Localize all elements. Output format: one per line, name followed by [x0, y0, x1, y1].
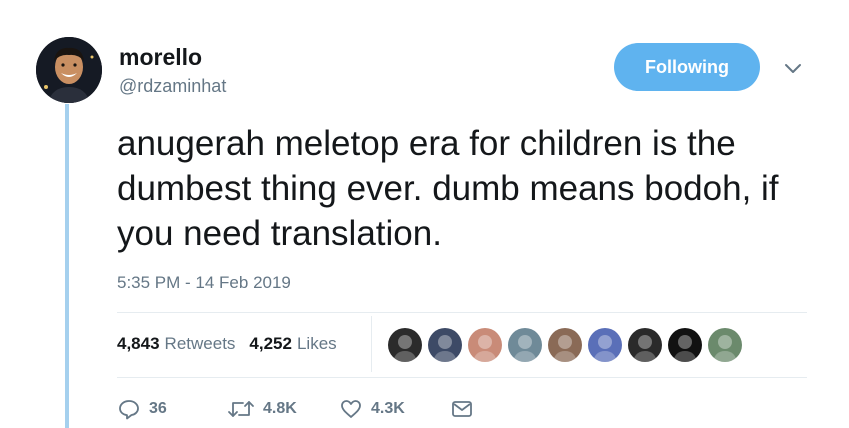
avatar[interactable]	[36, 37, 102, 103]
chevron-down-icon[interactable]	[783, 58, 803, 78]
liker-avatar-4[interactable]	[508, 328, 542, 362]
likes-count: 4,252	[249, 334, 292, 353]
engagement-stats: 4,843 Retweets 4,252 Likes	[117, 334, 337, 354]
divider	[117, 312, 807, 313]
like-action[interactable]: 4.3K	[339, 397, 451, 421]
liker-avatars	[388, 328, 742, 362]
liker-avatar-9[interactable]	[708, 328, 742, 362]
reply-icon	[119, 400, 139, 420]
thread-line	[65, 104, 69, 428]
liker-avatar-icon	[468, 328, 502, 362]
retweet-count: 4.8K	[263, 400, 297, 417]
liker-avatar-icon	[708, 328, 742, 362]
tweet-actions: 36 4.8K 4.3K	[117, 397, 473, 421]
liker-avatar-5[interactable]	[548, 328, 582, 362]
likes-label: Likes	[296, 334, 337, 353]
envelope-icon	[452, 401, 472, 417]
retweets-stat[interactable]: 4,843 Retweets	[117, 334, 235, 354]
liker-avatar-1[interactable]	[388, 328, 422, 362]
user-handle[interactable]: @rdzaminhat	[119, 76, 226, 97]
liker-avatar-icon	[628, 328, 662, 362]
direct-message-action[interactable]	[451, 399, 473, 419]
liker-avatar-icon	[388, 328, 422, 362]
liker-avatar-icon	[668, 328, 702, 362]
like-count: 4.3K	[371, 400, 405, 417]
liker-avatar-6[interactable]	[588, 328, 622, 362]
liker-avatar-2[interactable]	[428, 328, 462, 362]
retweet-action[interactable]: 4.8K	[227, 397, 339, 421]
stats-separator	[371, 316, 372, 372]
heart-icon	[341, 400, 361, 418]
liker-avatar-icon	[428, 328, 462, 362]
retweets-count: 4,843	[117, 334, 160, 353]
user-name[interactable]: morello	[119, 44, 202, 71]
liker-avatar-icon	[508, 328, 542, 362]
liker-avatar-icon	[548, 328, 582, 362]
liker-avatar-3[interactable]	[468, 328, 502, 362]
tweet-timestamp[interactable]: 5:35 PM - 14 Feb 2019	[117, 273, 291, 293]
retweet-icon	[228, 401, 254, 417]
liker-avatar-icon	[588, 328, 622, 362]
liker-avatar-8[interactable]	[668, 328, 702, 362]
reply-action[interactable]: 36	[117, 397, 227, 421]
reply-count: 36	[149, 400, 167, 417]
tweet-text: anugerah meletop era for children is the…	[117, 124, 779, 253]
likes-stat[interactable]: 4,252 Likes	[249, 334, 336, 354]
liker-avatar-7[interactable]	[628, 328, 662, 362]
profile-photo-icon	[36, 37, 102, 103]
following-button[interactable]: Following	[614, 43, 760, 91]
divider	[117, 377, 807, 378]
retweets-label: Retweets	[164, 334, 236, 353]
